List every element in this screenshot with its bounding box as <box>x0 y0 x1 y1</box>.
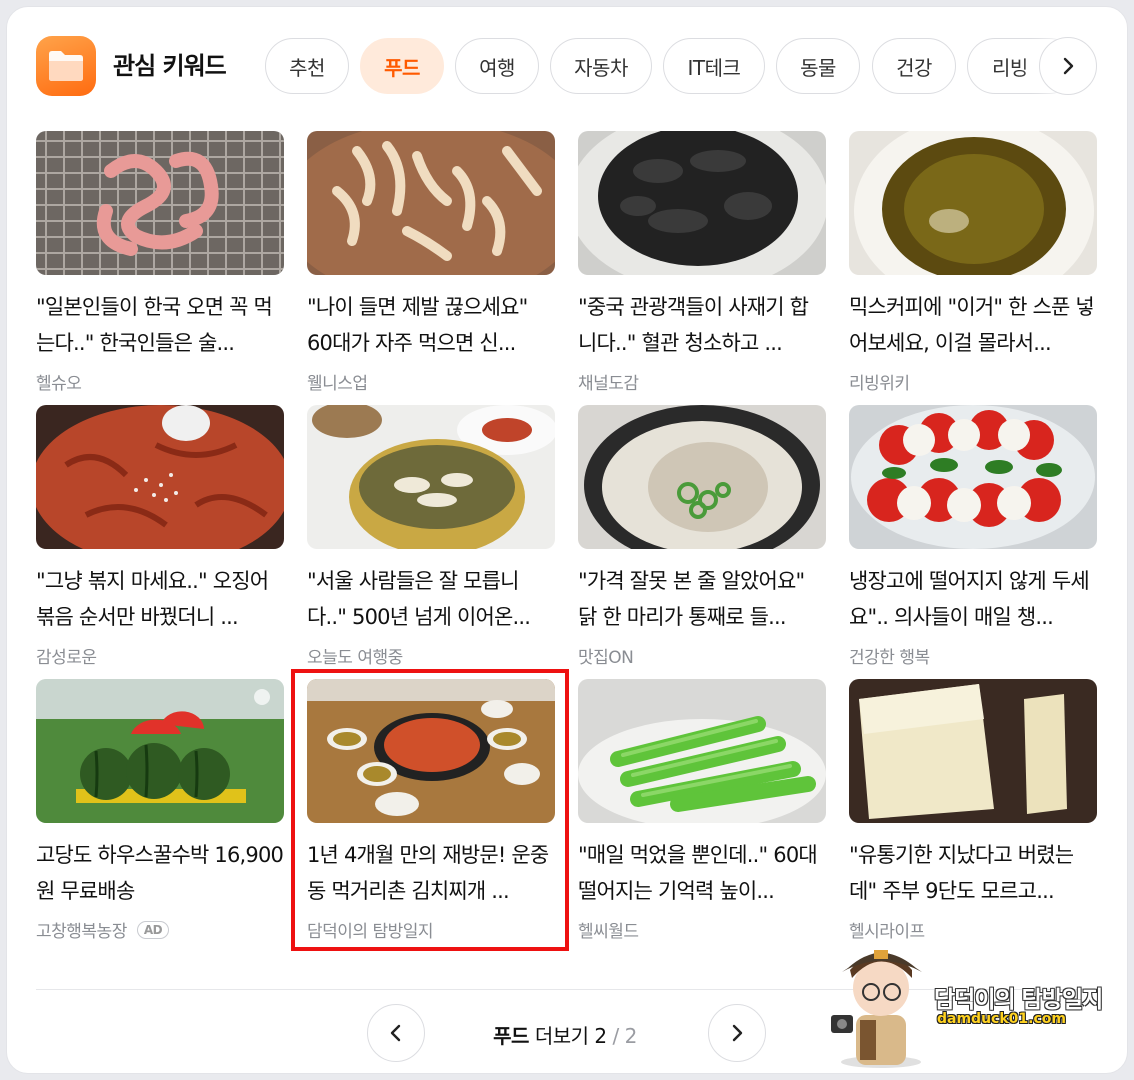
source-name: 채널도감 <box>578 374 639 394</box>
source-name: 웰니스업 <box>307 374 368 394</box>
tab-recommend[interactable]: 추천 <box>265 38 349 94</box>
thumbnail-watermelons <box>36 679 284 823</box>
thumbnail-black-mushrooms <box>578 131 826 275</box>
thumbnail-caprese-salad <box>849 405 1097 549</box>
tab-health[interactable]: 건강 <box>872 38 956 94</box>
pager-separator: / <box>612 1024 619 1048</box>
headline[interactable]: 냉장고에 떨어지지 않게 두세요".. 의사들이 매일 챙... <box>849 563 1097 635</box>
tab-food[interactable]: 푸드 <box>360 38 444 94</box>
watermark-title: 담덕이의 탐방일지 <box>934 987 1103 1013</box>
chevron-right-icon <box>732 1024 743 1042</box>
thumbnail-chicken-soup <box>578 405 826 549</box>
headline[interactable]: 믹스커피에 "이거" 한 스푼 넣어보세요, 이걸 몰라서... <box>849 289 1097 361</box>
source-name: 고창행복농장 AD <box>36 917 284 942</box>
chevron-right-icon <box>1063 57 1074 75</box>
thumbnail-coffee-mix <box>849 131 1097 275</box>
news-card[interactable]: "일본인들이 한국 오면 꼭 먹는다.." 한국인들은 술... 헬슈오 <box>36 131 284 394</box>
ad-badge: AD <box>136 920 170 939</box>
headline[interactable]: 고당도 하우스꿀수박 16,900원 무료배송 <box>36 837 284 909</box>
thumbnail-cheese-block <box>849 679 1097 823</box>
tab-it-tech[interactable]: IT테크 <box>663 38 765 94</box>
pager-category: 푸드 <box>493 1024 529 1048</box>
source-name: 헬씨월드 <box>578 922 639 942</box>
news-card[interactable]: 믹스커피에 "이거" 한 스푼 넣어보세요, 이걸 몰라서... 리빙위키 <box>849 131 1097 394</box>
folder-icon <box>36 36 96 96</box>
headline[interactable]: "일본인들이 한국 오면 꼭 먹는다.." 한국인들은 술... <box>36 289 284 361</box>
thumbnail-noodle-soup <box>307 131 555 275</box>
thumbnail-stir-fried-squid <box>36 405 284 549</box>
pager-label: 더보기 <box>534 1024 589 1048</box>
chevron-left-icon <box>390 1024 401 1042</box>
news-card[interactable]: "가격 잘못 본 줄 알았어요" 닭 한 마리가 통째로 들... 맛집ON <box>578 405 826 668</box>
tab-car[interactable]: 자동차 <box>550 38 652 94</box>
prev-page-button[interactable] <box>367 1004 425 1062</box>
news-card[interactable]: 고당도 하우스꿀수박 16,900원 무료배송 고창행복농장 AD <box>36 679 284 942</box>
thumbnail-grilled-intestines <box>36 131 284 275</box>
tab-travel[interactable]: 여행 <box>455 38 539 94</box>
headline[interactable]: "매일 먹었을 뿐인데.." 60대 떨어지는 기억력 높이... <box>578 837 826 909</box>
news-card[interactable]: "유통기한 지났다고 버렸는데" 주부 9단도 모르고... 헬시라이프 <box>849 679 1097 942</box>
source-label: 고창행복농장 <box>36 922 127 942</box>
thumbnail-celery <box>578 679 826 823</box>
news-card[interactable]: 냉장고에 떨어지지 않게 두세요".. 의사들이 매일 챙... 건강한 행복 <box>849 405 1097 668</box>
source-name: 맛집ON <box>578 648 634 668</box>
pager-status: 푸드 더보기 2 / 2 <box>440 1020 690 1049</box>
thumbnail-bibimbap-bowl <box>307 405 555 549</box>
source-name: 헬슈오 <box>36 374 82 394</box>
source-name: 오늘도 여행중 <box>307 648 403 668</box>
tabs-next-button[interactable] <box>1039 37 1097 95</box>
source-name: 리빙위키 <box>849 374 910 394</box>
headline[interactable]: "그냥 볶지 마세요.." 오징어볶음 순서만 바꿨더니 ... <box>36 563 284 635</box>
news-card[interactable]: "중국 관광객들이 사재기 합니다.." 혈관 청소하고 ... 채널도감 <box>578 131 826 394</box>
pager-current: 2 <box>594 1024 607 1048</box>
headline[interactable]: "서울 사람들은 잘 모릅니다.." 500년 넘게 이어온... <box>307 563 555 635</box>
keyword-tabs: 추천 푸드 여행 자동차 IT테크 동물 건강 리빙 <box>265 38 1085 94</box>
news-card[interactable]: "매일 먹었을 뿐인데.." 60대 떨어지는 기억력 높이... 헬씨월드 <box>578 679 826 942</box>
headline[interactable]: "나이 들면 제발 끊으세요" 60대가 자주 먹으면 신... <box>307 289 555 361</box>
news-card[interactable]: "나이 들면 제발 끊으세요" 60대가 자주 먹으면 신... 웰니스업 <box>307 131 555 394</box>
watermark-url: damduck01.com <box>937 1011 1066 1027</box>
tab-animal[interactable]: 동물 <box>776 38 860 94</box>
selected-item-highlight <box>291 669 569 951</box>
headline[interactable]: "유통기한 지났다고 버렸는데" 주부 9단도 모르고... <box>849 837 1097 909</box>
source-name: 건강한 행복 <box>849 648 930 668</box>
section-title: 관심 키워드 <box>113 52 227 80</box>
headline[interactable]: "중국 관광객들이 사재기 합니다.." 혈관 청소하고 ... <box>578 289 826 361</box>
next-page-button[interactable] <box>708 1004 766 1062</box>
source-name: 감성로운 <box>36 648 97 668</box>
headline[interactable]: "가격 잘못 본 줄 알았어요" 닭 한 마리가 통째로 들... <box>578 563 826 635</box>
pager-total: 2 <box>624 1024 638 1048</box>
news-card[interactable]: "그냥 볶지 마세요.." 오징어볶음 순서만 바꿨더니 ... 감성로운 <box>36 405 284 668</box>
news-card[interactable]: "서울 사람들은 잘 모릅니다.." 500년 넘게 이어온... 오늘도 여행… <box>307 405 555 668</box>
